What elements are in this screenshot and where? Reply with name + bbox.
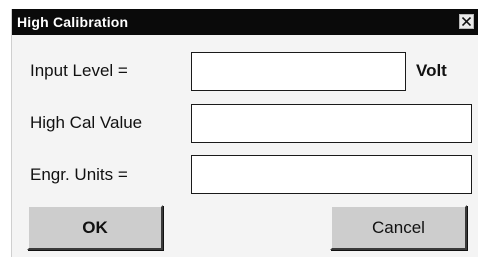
ok-button[interactable]: OK — [27, 205, 163, 250]
high-cal-value-field[interactable] — [191, 104, 472, 143]
input-level-label: Input Level = — [30, 61, 128, 80]
cancel-button[interactable]: Cancel — [330, 205, 467, 250]
dialog-title: High Calibration — [17, 14, 129, 30]
input-level-field[interactable] — [191, 52, 406, 91]
high-calibration-dialog: High Calibration Input Level = Volt High… — [11, 9, 478, 257]
title-bar: High Calibration — [12, 9, 478, 35]
close-icon — [462, 17, 471, 26]
engr-units-label: Engr. Units = — [30, 165, 128, 184]
close-button[interactable] — [459, 14, 474, 29]
engr-units-field[interactable] — [191, 155, 472, 194]
high-cal-value-label: High Cal Value — [30, 113, 143, 132]
volt-unit-label: Volt — [416, 61, 447, 80]
